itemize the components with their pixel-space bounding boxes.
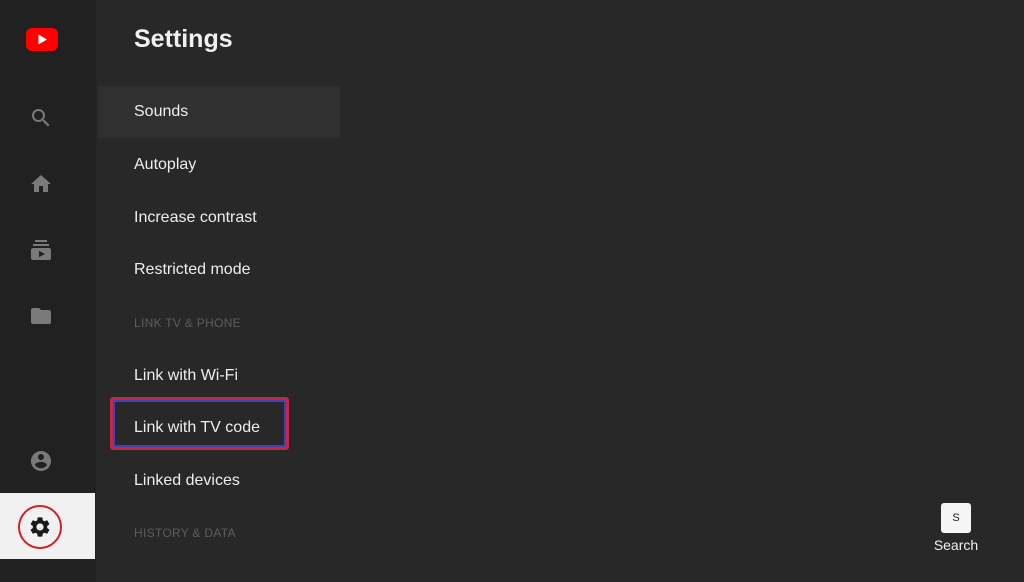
section-header-link-tv-phone: LINK TV & PHONE: [134, 316, 241, 330]
search-key-cap: S: [941, 503, 971, 533]
youtube-tv-app: Settings Sounds Autoplay Increase contra…: [0, 0, 1024, 582]
menu-item-increase-contrast[interactable]: Increase contrast: [98, 192, 340, 244]
account-icon[interactable]: [28, 448, 54, 474]
side-rail: [0, 0, 96, 582]
menu-item-sounds[interactable]: Sounds: [98, 86, 340, 138]
menu-item-autoplay[interactable]: Autoplay: [98, 139, 340, 191]
menu-item-linked-devices[interactable]: Linked devices: [98, 455, 340, 507]
subscriptions-icon[interactable]: [28, 237, 54, 263]
tv-code-highlight-inner: [113, 400, 286, 447]
youtube-logo-icon[interactable]: [26, 28, 58, 51]
search-shortcut-hint[interactable]: S Search: [930, 503, 982, 553]
search-hint-label: Search: [933, 537, 979, 553]
section-header-history-data: HISTORY & DATA: [134, 526, 236, 540]
search-icon[interactable]: [28, 105, 54, 131]
tv-code-highlight-box: [110, 397, 289, 450]
home-icon[interactable]: [28, 171, 54, 197]
settings-highlight-ring[interactable]: [18, 505, 62, 549]
page-title: Settings: [134, 25, 233, 53]
library-folder-icon[interactable]: [28, 303, 54, 329]
gear-icon: [30, 517, 50, 537]
menu-item-restricted-mode[interactable]: Restricted mode: [98, 244, 340, 296]
menu-item-link-with-wifi[interactable]: Link with Wi-Fi: [98, 350, 340, 402]
